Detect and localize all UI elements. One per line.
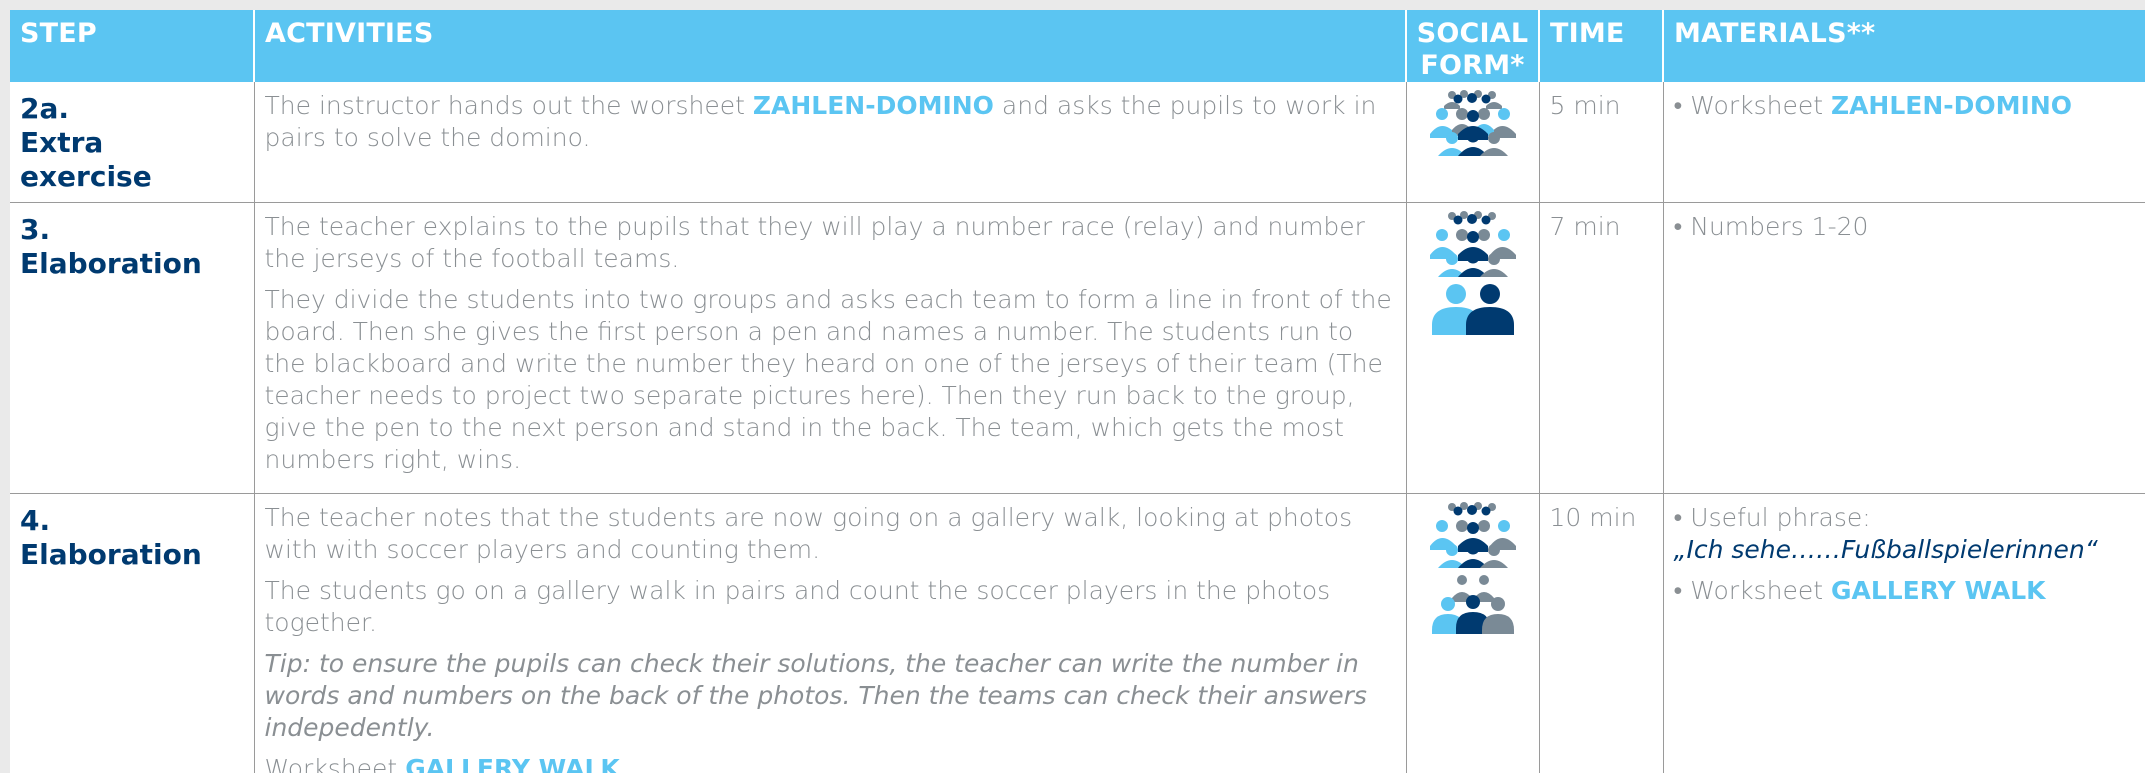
materials-cell: • Worksheet ZAHLEN-DOMINO xyxy=(1663,82,2145,203)
time-cell: 5 min xyxy=(1539,82,1664,203)
material-item: • Numbers 1-20 xyxy=(1674,211,2145,243)
step-name: Elaboration xyxy=(20,247,202,280)
table-row: 4. Elaboration The teacher notes that th… xyxy=(10,493,2145,773)
material-text: Useful phrase: xyxy=(1690,503,1871,532)
activity-paragraph: The instructor hands out the worsheet ZA… xyxy=(265,90,1396,154)
material-item: • Worksheet GALLERY WALK xyxy=(1674,575,2145,607)
group-icon xyxy=(1429,211,1516,277)
step-name: Extra exercise xyxy=(20,126,152,193)
header-row: STEP ACTIVITIES SOCIAL FORM* TIME MATERI… xyxy=(10,10,2145,82)
header-time: TIME xyxy=(1539,10,1664,82)
material-worksheet-link: GALLERY WALK xyxy=(1830,576,2046,605)
group-icon xyxy=(1429,90,1516,156)
social-form-cell xyxy=(1406,202,1540,494)
materials-cell: • Numbers 1-20 xyxy=(1663,202,2145,494)
header-materials: MATERIALS** xyxy=(1663,10,2145,82)
time-cell: 7 min xyxy=(1539,202,1664,494)
small-group-icon xyxy=(1431,575,1514,634)
material-item: • Worksheet ZAHLEN-DOMINO xyxy=(1674,90,2145,122)
material-text: Worksheet xyxy=(1690,91,1831,120)
material-item: • Useful phrase: xyxy=(1674,502,2145,534)
lesson-plan-table: STEP ACTIVITIES SOCIAL FORM* TIME MATERI… xyxy=(10,10,2145,773)
social-form-cell xyxy=(1406,493,1540,773)
activities-cell: The teacher notes that the students are … xyxy=(254,493,1407,773)
bullet-icon: • xyxy=(1673,576,1683,605)
activity-paragraph: Worksheet GALLERY WALK xyxy=(265,753,1396,773)
activity-worksheet-link: GALLERY WALK xyxy=(405,754,620,773)
useful-phrase: „Ich sehe……Fußballspielerinnen“ xyxy=(1673,535,2098,564)
step-cell: 4. Elaboration xyxy=(10,493,255,773)
material-text: Worksheet xyxy=(1690,576,1831,605)
bullet-icon: • xyxy=(1673,91,1683,120)
step-number: 2a. xyxy=(20,92,70,125)
step-number: 3. xyxy=(20,213,51,246)
group-icon xyxy=(1429,502,1516,568)
header-activities: ACTIVITIES xyxy=(254,10,1407,82)
material-worksheet-link: ZAHLEN-DOMINO xyxy=(1830,91,2073,120)
step-number: 4. xyxy=(20,504,51,537)
activity-tip: Tip: to ensure the pupils can check thei… xyxy=(264,649,1367,742)
activity-paragraph: The teacher explains to the pupils that … xyxy=(264,212,1365,273)
activity-paragraph: The students go on a gallery walk in pai… xyxy=(264,576,1331,637)
activity-text: Worksheet xyxy=(264,754,406,773)
step-cell: 3. Elaboration xyxy=(10,202,255,494)
social-form-cell xyxy=(1406,82,1540,203)
activity-paragraph: They divide the students into two groups… xyxy=(264,285,1392,474)
materials-cell: • Useful phrase: „Ich sehe……Fußballspiele… xyxy=(1663,493,2145,773)
header-social-form-line2: FORM* xyxy=(1420,50,1525,81)
activity-worksheet-link: ZAHLEN-DOMINO xyxy=(752,91,994,120)
activity-text: The instructor hands out the worsheet xyxy=(264,91,753,120)
step-cell: 2a. Extra exercise xyxy=(10,82,255,203)
activity-paragraph: The teacher notes that the students are … xyxy=(264,503,1353,564)
header-step: STEP xyxy=(10,10,255,82)
activities-cell: The instructor hands out the worsheet ZA… xyxy=(254,82,1407,203)
table-row: 3. Elaboration The teacher explains to t… xyxy=(10,202,2145,494)
header-social-form-line1: SOCIAL xyxy=(1416,18,1529,49)
page: STEP ACTIVITIES SOCIAL FORM* TIME MATERI… xyxy=(0,0,2145,773)
step-name: Elaboration xyxy=(20,538,202,571)
material-text: Numbers 1-20 xyxy=(1690,212,1869,241)
table-row: 2a. Extra exercise The instructor hands … xyxy=(10,82,2145,203)
bullet-icon: • xyxy=(1673,212,1683,241)
activities-cell: The teacher explains to the pupils that … xyxy=(254,202,1407,494)
bullet-icon: • xyxy=(1673,503,1683,532)
header-social-form: SOCIAL FORM* xyxy=(1406,10,1540,82)
pair-icon xyxy=(1431,284,1514,335)
time-cell: 10 min xyxy=(1539,493,1664,773)
